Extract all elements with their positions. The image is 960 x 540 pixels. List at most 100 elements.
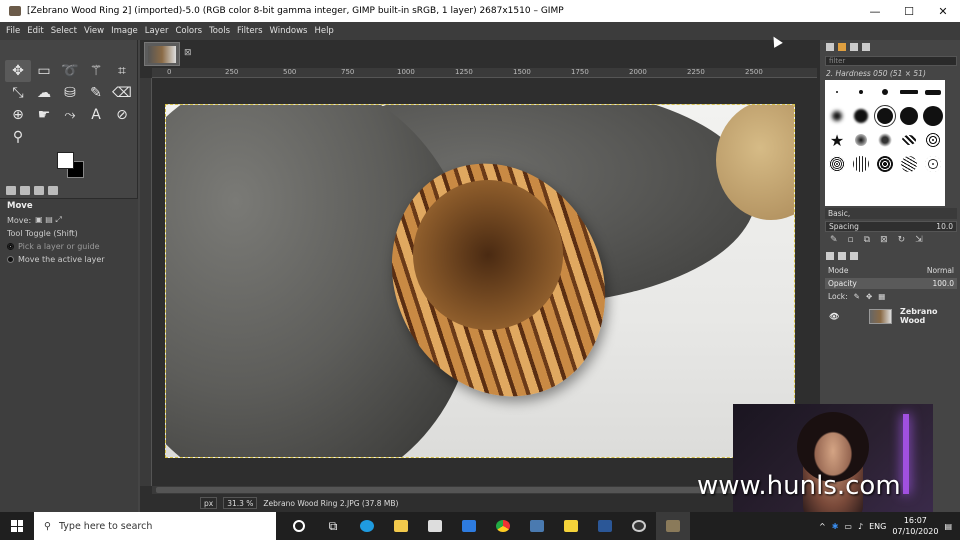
vertical-ruler[interactable] xyxy=(140,78,152,486)
menu-edit[interactable]: Edit xyxy=(27,26,43,36)
warp-icon[interactable]: ☁ xyxy=(31,82,57,104)
maximize-button[interactable]: ☐ xyxy=(892,0,926,22)
brush-swatch[interactable] xyxy=(925,156,941,172)
brushes-tab-icon[interactable] xyxy=(826,43,834,51)
task-view-icon[interactable]: ⧉ xyxy=(316,512,350,540)
lasso-icon[interactable]: ➰ xyxy=(57,60,83,82)
eraser-icon[interactable]: ⌫ xyxy=(109,82,135,104)
lock-alpha-icon[interactable]: ▦ xyxy=(878,292,885,301)
taskbar-search[interactable]: ⚲ Type here to search xyxy=(34,512,276,540)
network-icon[interactable]: ▭ xyxy=(844,522,852,531)
brush-swatch[interactable] xyxy=(836,91,838,93)
menu-layer[interactable]: Layer xyxy=(145,26,169,36)
brush-grid[interactable]: ★ xyxy=(825,80,945,206)
layer-row[interactable]: 👁 Zebrano Wood xyxy=(825,307,957,325)
delete-brush-icon[interactable]: ⊠ xyxy=(880,235,888,245)
brush-swatch[interactable] xyxy=(859,90,863,94)
brush-swatch[interactable] xyxy=(902,135,916,145)
menu-file[interactable]: File xyxy=(6,26,20,36)
menu-colors[interactable]: Colors xyxy=(175,26,202,36)
new-brush-icon[interactable]: ▫ xyxy=(848,235,854,245)
paths-tab-icon[interactable] xyxy=(850,252,858,260)
text-tool-icon[interactable]: A xyxy=(83,104,109,126)
chrome-icon[interactable] xyxy=(486,512,520,540)
unit-select[interactable]: px xyxy=(200,497,218,509)
opacity-slider[interactable]: Opacity 100.0 xyxy=(825,278,957,289)
brush-swatch[interactable] xyxy=(900,90,918,94)
fg-bg-colors[interactable] xyxy=(57,152,87,180)
menu-filters[interactable]: Filters xyxy=(237,26,262,36)
obs-icon[interactable] xyxy=(622,512,656,540)
foreground-color[interactable] xyxy=(57,152,74,169)
undo-tab-icon[interactable] xyxy=(34,186,44,195)
paintbrush-icon[interactable]: ✎ xyxy=(83,82,109,104)
brush-swatch[interactable] xyxy=(854,109,868,123)
zoom-select[interactable]: 31.3 % xyxy=(223,497,258,509)
brush-swatch[interactable] xyxy=(855,134,867,146)
brush-swatch[interactable] xyxy=(925,89,941,95)
smudge-icon[interactable]: ☛ xyxy=(31,104,57,126)
brush-swatch[interactable] xyxy=(900,107,918,125)
brush-filter-input[interactable]: filter xyxy=(825,56,957,66)
menu-tools[interactable]: Tools xyxy=(209,26,230,36)
word-icon[interactable] xyxy=(588,512,622,540)
brush-preset-select[interactable]: Basic, xyxy=(825,208,957,219)
move-active-layer-radio[interactable] xyxy=(7,256,14,263)
store-icon[interactable] xyxy=(418,512,452,540)
mode-select[interactable]: Normal xyxy=(927,266,954,275)
menu-windows[interactable]: Windows xyxy=(270,26,308,36)
layers-tab-icon[interactable] xyxy=(826,252,834,260)
mail-icon[interactable] xyxy=(452,512,486,540)
lock-pixels-icon[interactable]: ✎ xyxy=(854,292,860,301)
duplicate-brush-icon[interactable]: ⧉ xyxy=(864,235,870,245)
volume-icon[interactable]: ♪ xyxy=(858,522,863,531)
color-picker-icon[interactable]: ⊘ xyxy=(109,104,135,126)
brush-swatch[interactable] xyxy=(926,133,940,147)
brush-swatch[interactable] xyxy=(901,156,917,172)
file-explorer-icon[interactable] xyxy=(384,512,418,540)
fuzzy-select-icon[interactable]: ⚚ xyxy=(83,60,109,82)
rect-select-icon[interactable]: ▭ xyxy=(31,60,57,82)
close-button[interactable]: ✕ xyxy=(926,0,960,22)
close-tab-icon[interactable]: ⊠ xyxy=(184,48,192,58)
menu-image[interactable]: Image xyxy=(111,26,138,36)
move-layer-mode-icon[interactable]: ▣ ▤ ⤢ xyxy=(35,215,62,225)
pick-layer-radio[interactable] xyxy=(7,243,14,250)
language-indicator[interactable]: ENG xyxy=(869,522,886,531)
bluetooth-icon[interactable]: ✱ xyxy=(832,522,839,531)
menu-view[interactable]: View xyxy=(84,26,104,36)
move-icon[interactable]: ✥ xyxy=(5,60,31,82)
start-button[interactable] xyxy=(0,512,34,540)
paths-icon[interactable]: ⤳ xyxy=(57,104,83,126)
zoom-icon[interactable]: ⚲ xyxy=(5,126,31,148)
menu-select[interactable]: Select xyxy=(51,26,77,36)
sticky-notes-icon[interactable] xyxy=(554,512,588,540)
app-icon-blue[interactable] xyxy=(520,512,554,540)
brush-swatch[interactable] xyxy=(923,106,943,126)
open-as-image-icon[interactable]: ⇲ xyxy=(915,235,923,245)
gimp-taskbar-icon[interactable] xyxy=(656,512,690,540)
clone-icon[interactable]: ⊕ xyxy=(5,104,31,126)
channels-tab-icon[interactable] xyxy=(838,252,846,260)
brush-swatch[interactable] xyxy=(878,133,892,147)
bucket-fill-icon[interactable]: ⛁ xyxy=(57,82,83,104)
brush-swatch[interactable] xyxy=(882,89,888,95)
spacing-slider[interactable]: Spacing 10.0 xyxy=(825,221,957,232)
minimize-button[interactable]: — xyxy=(858,0,892,22)
images-tab-icon[interactable] xyxy=(48,186,58,195)
star-brush-icon[interactable]: ★ xyxy=(830,131,844,150)
brush-swatch[interactable] xyxy=(853,156,869,172)
edge-icon[interactable] xyxy=(350,512,384,540)
fonts-tab-icon[interactable] xyxy=(850,43,858,51)
menu-help[interactable]: Help xyxy=(314,26,333,36)
edit-brush-icon[interactable]: ✎ xyxy=(830,235,838,245)
cortana-icon[interactable] xyxy=(282,512,316,540)
lock-position-icon[interactable]: ✥ xyxy=(866,292,872,301)
visibility-eye-icon[interactable]: 👁 xyxy=(829,312,839,321)
brush-swatch[interactable] xyxy=(829,156,845,172)
layer-name[interactable]: Zebrano Wood xyxy=(900,307,957,325)
brush-swatch[interactable] xyxy=(877,156,893,172)
image-tab[interactable] xyxy=(144,42,180,66)
tool-options-tab-icon[interactable] xyxy=(6,186,16,195)
horizontal-ruler[interactable]: 0 250 500 750 1000 1250 1500 1750 2000 2… xyxy=(152,68,817,78)
